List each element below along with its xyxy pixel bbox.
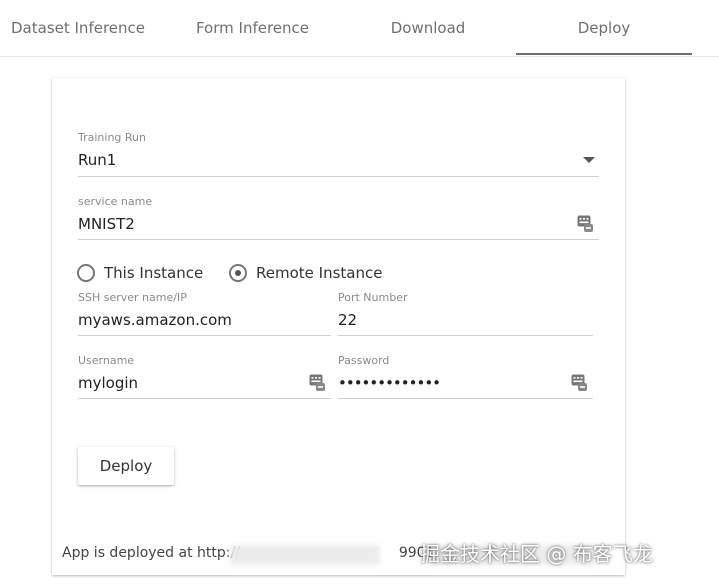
service-name-label: service name bbox=[78, 195, 153, 208]
redacted-region bbox=[230, 545, 380, 565]
radio-remote-instance[interactable]: Remote Instance bbox=[229, 261, 382, 285]
ssh-server-value: myaws.amazon.com bbox=[78, 311, 232, 329]
training-run-select[interactable]: Training Run Run1 bbox=[78, 131, 599, 177]
radio-dot bbox=[235, 270, 241, 276]
field-underline bbox=[78, 335, 331, 336]
password-label: Password bbox=[338, 354, 390, 367]
radio-label: Remote Instance bbox=[256, 264, 383, 282]
password-value: ••••••••••••• bbox=[338, 374, 441, 392]
caret-down-icon[interactable] bbox=[583, 157, 595, 163]
training-run-value: Run1 bbox=[78, 151, 117, 169]
radio-circle-selected[interactable] bbox=[229, 264, 247, 282]
port-number-value: 22 bbox=[338, 311, 358, 329]
tab-download[interactable]: Download bbox=[340, 0, 516, 56]
tab-bar: Dataset Inference Form Inference Downloa… bbox=[0, 0, 719, 57]
radio-circle[interactable] bbox=[77, 264, 95, 282]
port-number-input[interactable]: Port Number 22 bbox=[338, 291, 593, 336]
field-underline bbox=[338, 335, 593, 336]
field-underline bbox=[78, 398, 331, 399]
keyboard-icon[interactable] bbox=[571, 374, 587, 392]
username-value: mylogin bbox=[78, 374, 139, 392]
watermark: 掘金技术社区 @ 布客飞龙 bbox=[420, 542, 653, 566]
port-number-label: Port Number bbox=[338, 291, 408, 304]
radio-this-instance[interactable]: This Instance bbox=[77, 261, 203, 285]
keyboard-icon[interactable] bbox=[309, 374, 325, 392]
username-label: Username bbox=[78, 354, 135, 367]
keyboard-icon[interactable] bbox=[577, 215, 593, 233]
ssh-server-label: SSH server name/IP bbox=[78, 291, 187, 304]
username-input[interactable]: Username mylogin bbox=[78, 354, 331, 399]
field-underline bbox=[78, 176, 599, 177]
tab-form-inference[interactable]: Form Inference bbox=[165, 0, 340, 56]
deploy-button[interactable]: Deploy bbox=[78, 447, 174, 485]
field-underline bbox=[78, 239, 599, 240]
tab-dataset-inference[interactable]: Dataset Inference bbox=[0, 0, 150, 56]
service-name-input[interactable]: service name MNIST2 bbox=[78, 195, 599, 240]
service-name-value: MNIST2 bbox=[78, 215, 135, 233]
training-run-label: Training Run bbox=[78, 131, 146, 144]
active-tab-indicator bbox=[516, 53, 692, 55]
tab-deploy[interactable]: Deploy bbox=[516, 0, 692, 56]
ssh-server-input[interactable]: SSH server name/IP myaws.amazon.com bbox=[78, 291, 331, 336]
radio-label: This Instance bbox=[104, 264, 204, 282]
field-underline bbox=[338, 398, 593, 399]
password-input[interactable]: Password ••••••••••••• bbox=[338, 354, 593, 399]
status-prefix: App is deployed at http:// bbox=[62, 545, 240, 561]
